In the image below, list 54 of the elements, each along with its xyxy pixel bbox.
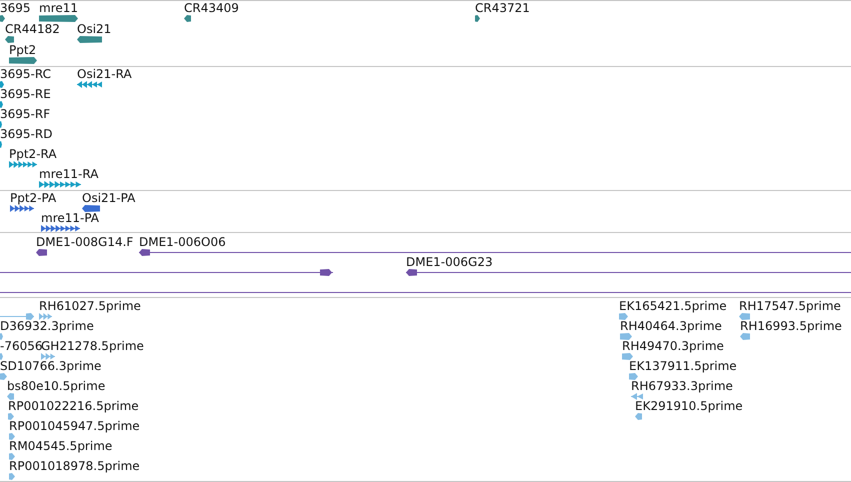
- feature-label: mre11-RA: [39, 167, 98, 181]
- feature-label: RH40464.3prime: [620, 319, 722, 333]
- feature-label: GH21278.5prime: [41, 339, 144, 353]
- feature-label: DME1-006O06: [139, 235, 226, 249]
- feature-label: RP001045947.5prime: [9, 419, 140, 433]
- feature-arrow-icon[interactable]: [0, 15, 5, 22]
- feature-label: EK291910.5prime: [635, 399, 743, 413]
- feature-label: 3695-RF: [0, 107, 50, 121]
- feature-arrow-icon[interactable]: [0, 141, 2, 148]
- feature-label: Ppt2: [9, 43, 36, 57]
- feature-arrow-icon[interactable]: [0, 81, 4, 88]
- feature-label: Osi21: [77, 22, 112, 36]
- feature-label: mre11-PA: [41, 211, 100, 225]
- feature-label: 3695-RD: [0, 127, 52, 141]
- feature-label: mre11: [39, 1, 78, 15]
- feature-label: -76056: [0, 339, 43, 353]
- feature-label: D36932.3prime: [0, 319, 94, 333]
- feature-arrow-icon[interactable]: [184, 15, 191, 22]
- feature-label: CR43721: [475, 1, 530, 15]
- feature-label: 3695: [0, 1, 31, 15]
- feature-label: RM04545.5prime: [9, 439, 112, 453]
- feature-label: Osi21-PA: [82, 191, 136, 205]
- feature-line-drawing[interactable]: [406, 269, 851, 276]
- feature-line-drawing[interactable]: [139, 249, 851, 256]
- feature-label: DME1-006G23: [406, 255, 493, 269]
- feature-label: CR44182: [5, 22, 60, 36]
- feature-label: EK165421.5prime: [619, 299, 727, 313]
- feature-label: RH61027.5prime: [39, 299, 141, 313]
- feature-arrow-icon[interactable]: [9, 57, 37, 64]
- feature-label: Osi21-RA: [77, 67, 132, 81]
- feature-label: 3695-RC: [0, 67, 51, 81]
- feature-arrow-icon[interactable]: [0, 121, 2, 128]
- feature-label: 3695-RE: [0, 87, 51, 101]
- feature-arrow-icon[interactable]: [82, 205, 100, 212]
- feature-label: RH17547.5prime: [739, 299, 841, 313]
- feature-label: bs80e10.5prime: [7, 379, 106, 393]
- feature-line-drawing[interactable]: [0, 269, 333, 276]
- feature-label: DME1-008G14.F: [36, 235, 134, 249]
- feature-label: CR43409: [184, 1, 239, 15]
- feature-label: Ppt2-RA: [9, 147, 57, 161]
- feature-label: RP001018978.5prime: [9, 459, 140, 473]
- feature-label: EK137911.5prime: [629, 359, 737, 373]
- feature-label: Ppt2-PA: [10, 191, 56, 205]
- feature-arrow-icon[interactable]: [475, 15, 480, 22]
- feature-label: SD10766.3prime: [0, 359, 102, 373]
- feature-arrow-icon[interactable]: [39, 15, 78, 22]
- feature-arrow-icon[interactable]: [0, 101, 3, 108]
- feature-label: RH67933.3prime: [631, 379, 733, 393]
- feature-label: RH16993.5prime: [740, 319, 842, 333]
- feature-arrow-icon[interactable]: [77, 36, 102, 43]
- feature-label: RH49470.3prime: [622, 339, 724, 353]
- feature-label: RP001022216.5prime: [8, 399, 139, 413]
- feature-arrow-icon[interactable]: [36, 249, 47, 256]
- feature-arrow-icon[interactable]: [5, 36, 14, 43]
